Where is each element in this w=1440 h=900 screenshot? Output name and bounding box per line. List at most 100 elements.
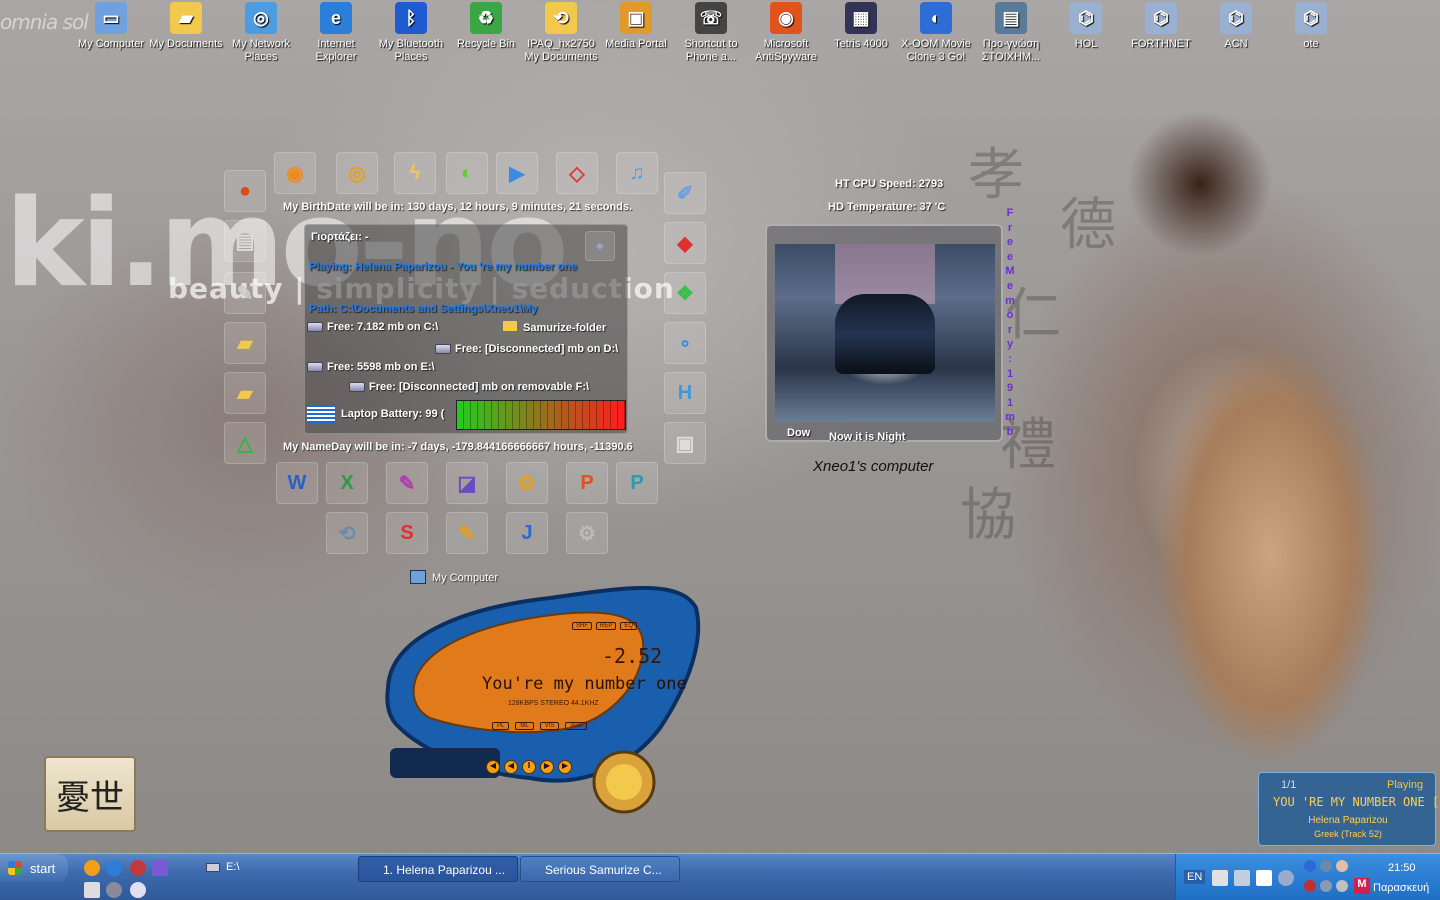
disc-quicklaunch-icon[interactable] [106, 882, 122, 898]
desktop-icon-label: FORTHNET [1131, 38, 1191, 50]
player-shf-toggle[interactable]: SHF [572, 622, 592, 630]
sound-app-icon[interactable]: ♫ [616, 152, 658, 194]
desktop-icon-my-documents[interactable]: ▰ My Documents [149, 2, 223, 51]
excel-icon[interactable]: X [326, 462, 368, 504]
powerpoint-icon[interactable]: P [566, 462, 608, 504]
tray-safe-icon[interactable] [1336, 880, 1348, 892]
now-playing-widget[interactable]: 1/1 Playing YOU 'RE MY NUMBER ONE [2:58]… [1258, 772, 1440, 846]
player-eq-toggle[interactable]: EQ [620, 622, 638, 630]
free-d-line: Free: [Disconnected] mb on D:\ [435, 343, 618, 355]
volume-knob[interactable] [606, 764, 642, 800]
player-pl-button[interactable]: PL [492, 722, 510, 730]
disc-app-icon[interactable]: ◎ [336, 152, 378, 194]
tray-arrow-icon[interactable] [1278, 870, 1294, 886]
publisher-icon[interactable]: P [616, 462, 658, 504]
ruby-app-icon[interactable]: ◆ [664, 222, 706, 264]
media-player[interactable]: You're my number one -2.52 128KBPS STERE… [380, 578, 706, 818]
desktop-icon-microsoft-antispyware[interactable]: ◉ Microsoft AntiSpyware [749, 2, 823, 64]
internet-explorer-quicklaunch-icon[interactable] [106, 860, 122, 876]
prev-button[interactable]: ◀ [486, 760, 500, 774]
start-button[interactable]: start [0, 854, 68, 882]
skype-icon[interactable]: S [386, 512, 428, 554]
samurize-folder-link[interactable]: Samurize-folder [503, 321, 606, 334]
desktop-icon-internet-explorer[interactable]: e Internet Explorer [299, 2, 373, 64]
taskbar-button-winamp[interactable]: 1. Helena Paparizou ... [358, 856, 518, 882]
desktop-icon-x-oom-movie-clone-3-go[interactable]: ◐ X-OOM Movie Clone 3 Go! [899, 2, 973, 64]
desktop-icon-my-network-places[interactable]: ◎ My Network Places [224, 2, 298, 64]
infopath-icon[interactable]: ◪ [446, 462, 488, 504]
burner-app-icon[interactable]: ● [224, 170, 266, 212]
outlook-icon[interactable]: ⚙ [506, 462, 548, 504]
desktop-icon-hol[interactable]: ⌬ HOL [1049, 2, 1123, 51]
desktop-icon-my-computer[interactable]: ▭ My Computer [74, 2, 148, 51]
tray-pc-icon[interactable] [1320, 860, 1332, 872]
triangle-app-icon[interactable]: △ [224, 422, 266, 464]
desktop-icon-forthnet[interactable]: ⌬ FORTHNET [1124, 2, 1198, 51]
pdf-app-icon[interactable]: ◇ [556, 152, 598, 194]
drive-icon [307, 362, 323, 373]
sync-app-icon[interactable]: ⟲ [326, 512, 368, 554]
player-app-icon[interactable]: ▶ [496, 152, 538, 194]
tray-tool-icon[interactable] [1212, 870, 1228, 886]
desktop-icon-acn[interactable]: ⌬ ACN [1199, 2, 1273, 51]
hotel-app-icon[interactable]: H [664, 372, 706, 414]
desktop-icon-[interactable]: ▤ Προ-γνώση ΣΤΟΙΧΗΜ... [974, 2, 1048, 64]
desktop-icon-my-bluetooth-places[interactable]: ᛒ My Bluetooth Places [374, 2, 448, 64]
pause-button[interactable]: ‖ [522, 760, 536, 774]
word-icon[interactable]: W [276, 462, 318, 504]
drive-icon [349, 382, 365, 393]
jc-app-icon[interactable]: J [506, 512, 548, 554]
battery-segment [548, 401, 555, 429]
tray-network-icon[interactable] [1304, 860, 1316, 872]
keyboard-icon[interactable] [152, 860, 168, 876]
desktop-icon-ote[interactable]: ⌬ ote [1274, 2, 1348, 51]
tray-m-icon[interactable]: M [1354, 878, 1370, 894]
onenote-icon[interactable]: ✎ [386, 462, 428, 504]
tool-quicklaunch-icon[interactable] [84, 882, 100, 898]
desktop-icon-tetris-4000[interactable]: ▦ Tetris 4000 [824, 2, 898, 51]
tools-app-icon[interactable]: ✎ [224, 272, 266, 314]
tray-volume-icon[interactable] [1320, 880, 1332, 892]
media-quicklaunch-icon[interactable] [130, 860, 146, 876]
bubbles-app-icon[interactable]: ∘ [664, 322, 706, 364]
help-icon[interactable] [1256, 870, 1272, 886]
media-app-icon[interactable]: ◐ [446, 152, 488, 194]
desktop-icon-shortcut-to-phone-a[interactable]: ☏ Shortcut to Phone a... [674, 2, 748, 64]
leaf-app-icon[interactable]: ❖ [664, 272, 706, 314]
tray-monitor-icon[interactable] [1234, 870, 1250, 886]
desktop-icon-label: Tetris 4000 [834, 38, 888, 50]
blender-app-icon[interactable]: ◉ [274, 152, 316, 194]
bluetooth-icon: ᛒ [395, 2, 427, 34]
player-vis-button[interactable]: VIS [539, 722, 560, 730]
desktop-icon-recycle-bin[interactable]: ♻ Recycle Bin [449, 2, 523, 51]
desktop-icon-ipaq-hx2750-my-documents[interactable]: ⟲ IPAQ_hx2750 My Documents [524, 2, 598, 64]
address-bar[interactable]: E:\ [206, 861, 239, 873]
network-app-icon[interactable]: ⚙ [566, 512, 608, 554]
firefox-icon[interactable] [84, 860, 100, 876]
player-ml-button[interactable]: ML [515, 722, 534, 730]
rewind-button[interactable]: ◀ [504, 760, 518, 774]
down-label: Dow [787, 427, 811, 439]
play-button[interactable]: ▶ [540, 760, 554, 774]
paint-icon[interactable]: ✎ [446, 512, 488, 554]
document-app-icon[interactable]: ▤ [224, 220, 266, 262]
desktop-icon-media-portal[interactable]: ▣ Media Portal [599, 2, 673, 51]
tray-shield-icon[interactable] [1304, 880, 1316, 892]
taskbar-button-samurize[interactable]: Serious Samurize C... [520, 856, 680, 882]
player-avs-button[interactable]: AVS [565, 722, 587, 730]
winamp-app-icon[interactable]: ϟ [394, 152, 436, 194]
clock[interactable]: 21:50 [1388, 862, 1416, 874]
player-rep-toggle[interactable]: REP [596, 622, 617, 630]
next-button[interactable]: ▶ [558, 760, 572, 774]
player-quicklaunch-icon[interactable] [130, 882, 146, 898]
folder-app-icon[interactable]: ▰ [224, 322, 266, 364]
folder-music-app-icon[interactable]: ▰ [224, 372, 266, 414]
taskbar: start E:\ 1. Helena Paparizou ... Seriou… [0, 853, 1440, 900]
desktop-icon-label: My Computer [77, 38, 145, 50]
language-indicator[interactable]: EN [1184, 870, 1206, 884]
tray-smile-icon[interactable] [1336, 860, 1348, 872]
tool-app-icon[interactable]: ✐ [664, 172, 706, 214]
kanji-scroll-icon[interactable]: 憂世 [44, 756, 136, 832]
safe-app-icon[interactable]: ▣ [664, 422, 706, 464]
network-connection-icon: ⌬ [1220, 2, 1252, 34]
